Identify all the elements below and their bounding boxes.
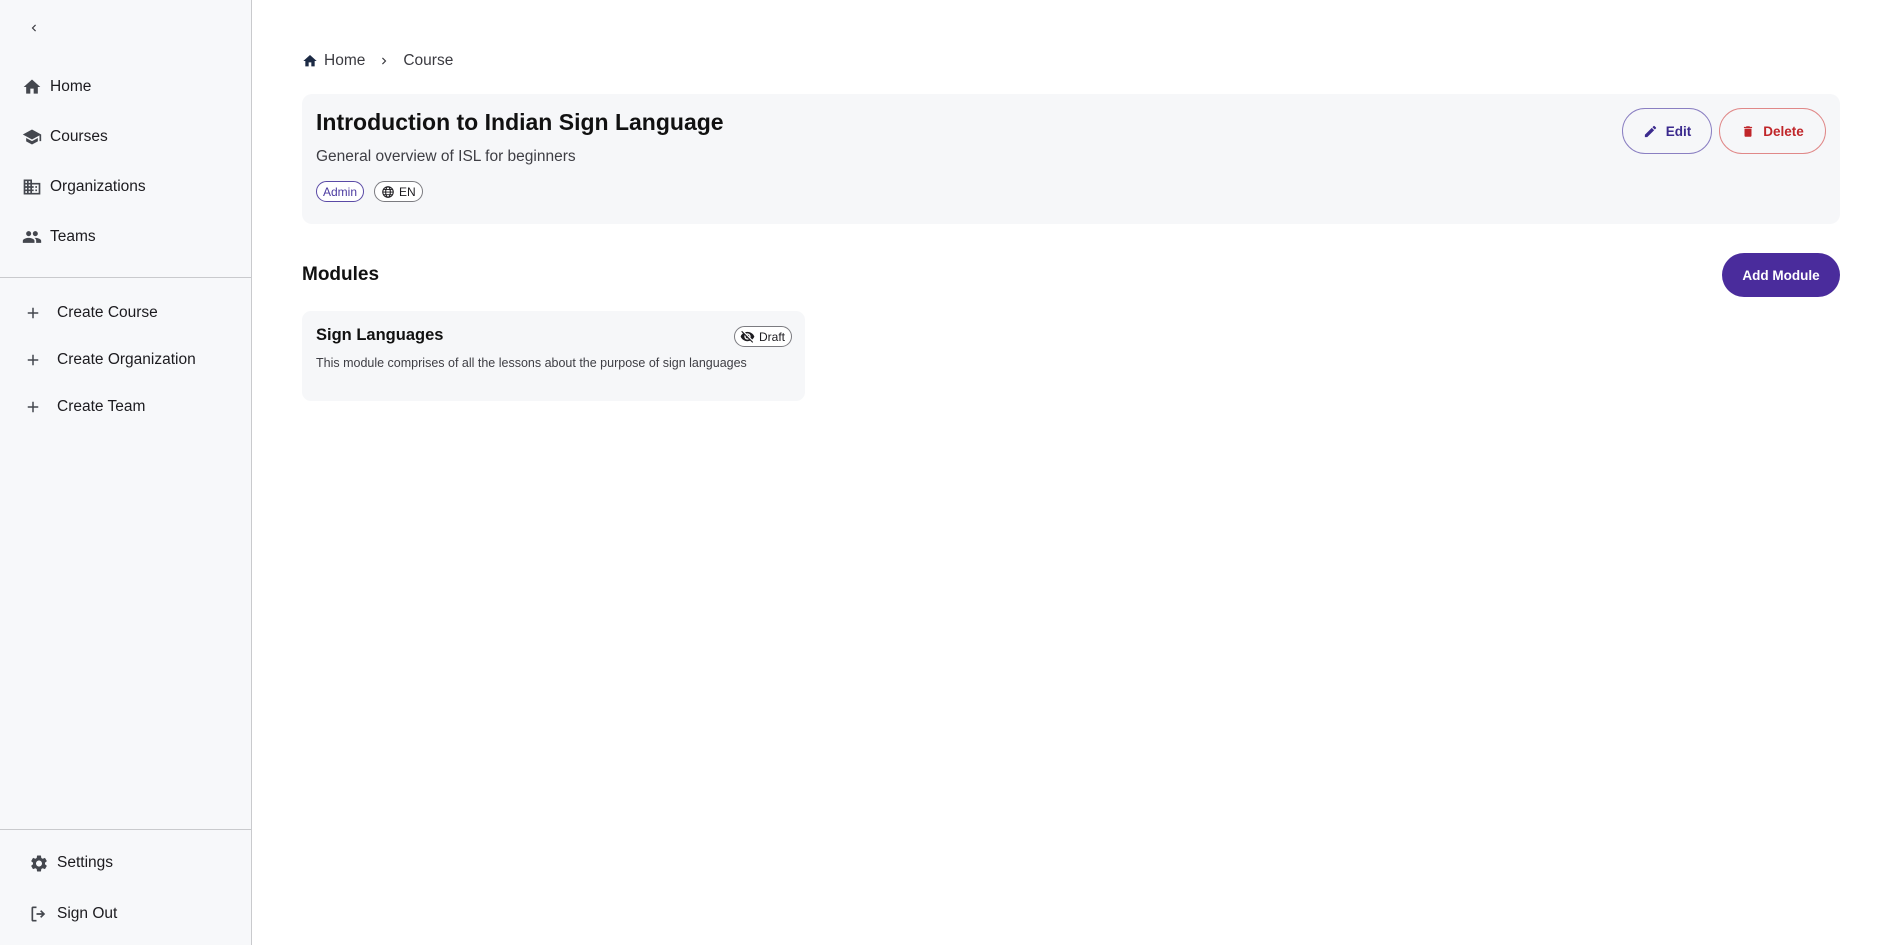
- sidebar-item-label: Create Organization: [57, 351, 196, 368]
- plus-icon: [23, 303, 43, 323]
- chevron-right-icon: [377, 54, 391, 68]
- sidebar-item-label: Create Course: [57, 304, 158, 321]
- delete-button-label: Delete: [1763, 123, 1804, 139]
- sidebar-item-organizations[interactable]: Organizations: [0, 167, 251, 207]
- sidebar-item-label: Courses: [50, 128, 108, 145]
- collapse-sidebar-button[interactable]: [22, 16, 46, 40]
- pencil-icon: [1644, 125, 1656, 137]
- sidebar-item-label: Organizations: [50, 178, 146, 195]
- breadcrumb-current: Course: [403, 52, 454, 69]
- sidebar-item-label: Sign Out: [57, 905, 118, 922]
- sidebar-item-create-course[interactable]: Create Course: [0, 293, 251, 333]
- logout-icon: [29, 904, 49, 924]
- delete-button[interactable]: Delete: [1719, 108, 1826, 154]
- course-title: Introduction to Indian Sign Language: [316, 109, 724, 135]
- sidebar-item-courses[interactable]: Courses: [0, 117, 251, 157]
- modules-heading: Modules: [302, 264, 380, 285]
- chevron-left-icon: [31, 24, 36, 32]
- building-icon: [22, 177, 42, 197]
- add-module-button[interactable]: Add Module: [1722, 253, 1840, 297]
- module-card[interactable]: Sign Languages Draft This module compris…: [302, 311, 805, 401]
- globe-icon: [382, 185, 394, 198]
- plus-icon: [23, 350, 43, 370]
- sidebar-item-sign-out[interactable]: Sign Out: [0, 894, 251, 934]
- course-header-card: Introduction to Indian Sign Language Gen…: [302, 94, 1840, 224]
- breadcrumb-home-label: Home: [324, 52, 366, 69]
- sidebar-item-create-team[interactable]: Create Team: [0, 387, 251, 427]
- sidebar-item-create-organization[interactable]: Create Organization: [0, 340, 251, 380]
- breadcrumb: Home Course: [302, 50, 453, 72]
- role-badge: Admin: [316, 181, 365, 202]
- eye-off-icon: [740, 330, 755, 343]
- edit-button-label: Edit: [1665, 123, 1692, 139]
- status-badge: Draft: [734, 326, 793, 347]
- trash-icon: [1744, 125, 1753, 137]
- sidebar-divider: [0, 277, 251, 278]
- edit-button[interactable]: Edit: [1622, 108, 1712, 154]
- sidebar-item-home[interactable]: Home: [0, 67, 251, 107]
- breadcrumb-home[interactable]: Home: [302, 52, 365, 70]
- people-icon: [22, 227, 42, 247]
- sidebar-item-label: Home: [50, 78, 92, 95]
- sidebar-divider: [0, 829, 251, 830]
- sidebar-item-label: Settings: [57, 854, 114, 871]
- school-icon: [22, 127, 42, 147]
- sidebar-item-label: Teams: [50, 228, 96, 245]
- sidebar: Home Courses Organizations Teams Create …: [0, 0, 252, 945]
- status-badge-label: Draft: [759, 329, 786, 344]
- module-title: Sign Languages: [316, 326, 444, 344]
- gear-icon: [29, 853, 49, 873]
- language-badge-label: EN: [399, 184, 416, 199]
- home-icon: [22, 77, 42, 97]
- course-description: General overview of ISL for beginners: [316, 148, 576, 165]
- language-badge: EN: [374, 181, 423, 202]
- module-description: This module comprises of all the lessons…: [316, 356, 747, 370]
- plus-icon: [23, 397, 43, 417]
- sidebar-item-label: Create Team: [57, 398, 146, 415]
- sidebar-item-settings[interactable]: Settings: [0, 843, 251, 883]
- sidebar-item-teams[interactable]: Teams: [0, 217, 251, 257]
- home-icon: [303, 55, 317, 67]
